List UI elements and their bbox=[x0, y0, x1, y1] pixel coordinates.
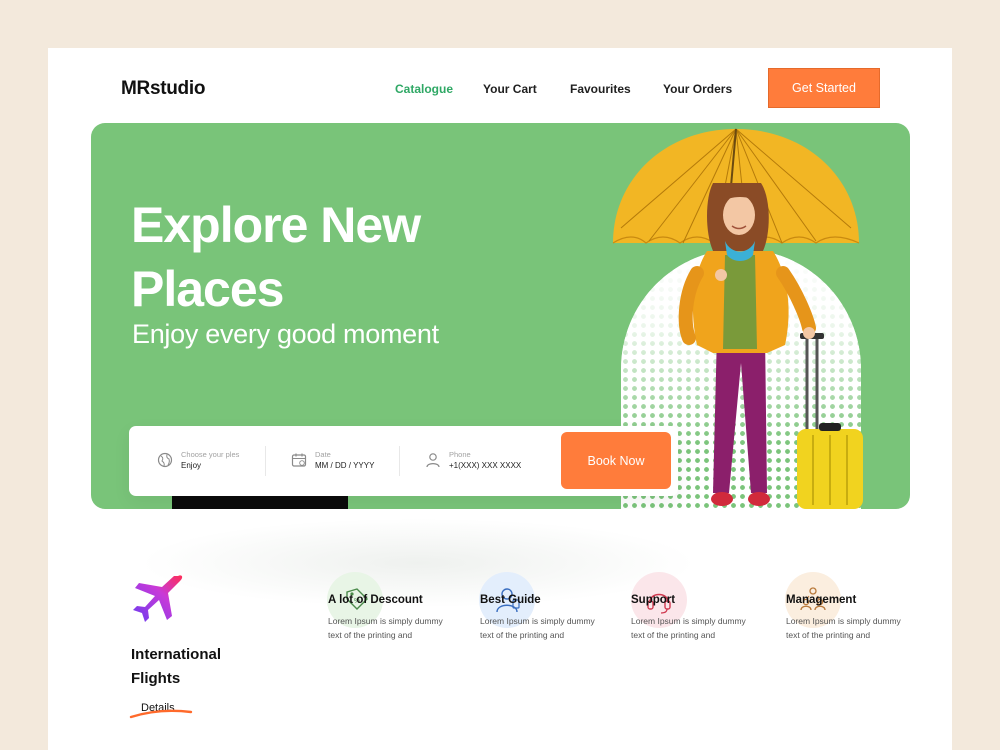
feature-text-line: Lorem Ipsum is simply dummy bbox=[328, 616, 443, 626]
feature-text-line: text of the printing and bbox=[631, 630, 716, 640]
international-title-line-1: International bbox=[131, 646, 222, 663]
feature-title-discount: A lot of Descount bbox=[328, 594, 423, 606]
feature-text-line: Lorem Ipsum is simply dummy bbox=[631, 616, 746, 626]
underline-swoosh bbox=[129, 709, 193, 719]
feature-text-line: Lorem Ipsum is simply dummy bbox=[480, 616, 595, 626]
international-flights-title: International Flights bbox=[131, 643, 221, 691]
user-icon bbox=[426, 453, 440, 468]
feature-text-line: text of the printing and bbox=[480, 630, 565, 640]
nav-your-cart[interactable]: Your Cart bbox=[483, 82, 537, 96]
feature-title-guide: Best Guide bbox=[480, 594, 541, 606]
nav-your-orders[interactable]: Your Orders bbox=[663, 82, 732, 96]
phone-value: +1(XXX) XXX XXXX bbox=[449, 461, 522, 470]
feature-text-line: text of the printing and bbox=[328, 630, 413, 640]
nav-favourites[interactable]: Favourites bbox=[570, 82, 631, 96]
phone-label: Phone bbox=[449, 450, 471, 459]
book-now-button[interactable]: Book Now bbox=[561, 432, 671, 489]
date-label: Date bbox=[315, 450, 331, 459]
suitcase-icon bbox=[797, 333, 863, 509]
globe-icon bbox=[157, 452, 173, 468]
feature-title-support: Support bbox=[631, 594, 676, 606]
hero-title-line-1: Explore New bbox=[131, 197, 421, 253]
hero-title: Explore New Places bbox=[131, 193, 421, 321]
field-divider bbox=[265, 446, 266, 476]
feature-title-management: Management bbox=[786, 594, 857, 606]
hero-title-line-2: Places bbox=[131, 261, 284, 317]
feature-text-management: Lorem Ipsum is simply dummy text of the … bbox=[786, 614, 916, 642]
feature-text-guide: Lorem Ipsum is simply dummy text of the … bbox=[480, 614, 610, 642]
feature-text-support: Lorem Ipsum is simply dummy text of the … bbox=[631, 614, 761, 642]
feature-text-discount: Lorem Ipsum is simply dummy text of the … bbox=[328, 614, 458, 642]
destination-value: Enjoy bbox=[181, 461, 202, 470]
international-title-line-2: Flights bbox=[131, 670, 181, 687]
calendar-icon bbox=[291, 453, 307, 467]
airplane-icon bbox=[133, 575, 183, 622]
brand-logo[interactable]: MRstudio bbox=[121, 78, 205, 100]
date-value: MM / DD / YYYY bbox=[315, 461, 375, 470]
booking-form: Choose your ples Enjoy Date MM / DD / YY… bbox=[129, 426, 678, 496]
feature-text-line: text of the printing and bbox=[786, 630, 871, 640]
nav-catalogue[interactable]: Catalogue bbox=[395, 82, 453, 96]
get-started-button[interactable]: Get Started bbox=[768, 68, 880, 108]
field-divider bbox=[399, 446, 400, 476]
feature-text-line: Lorem Ipsum is simply dummy bbox=[786, 616, 901, 626]
hero-banner: Explore New Places Enjoy every good mome… bbox=[91, 123, 910, 509]
hero-subtitle: Enjoy every good moment bbox=[132, 319, 439, 349]
destination-label: Choose your ples bbox=[181, 450, 240, 459]
